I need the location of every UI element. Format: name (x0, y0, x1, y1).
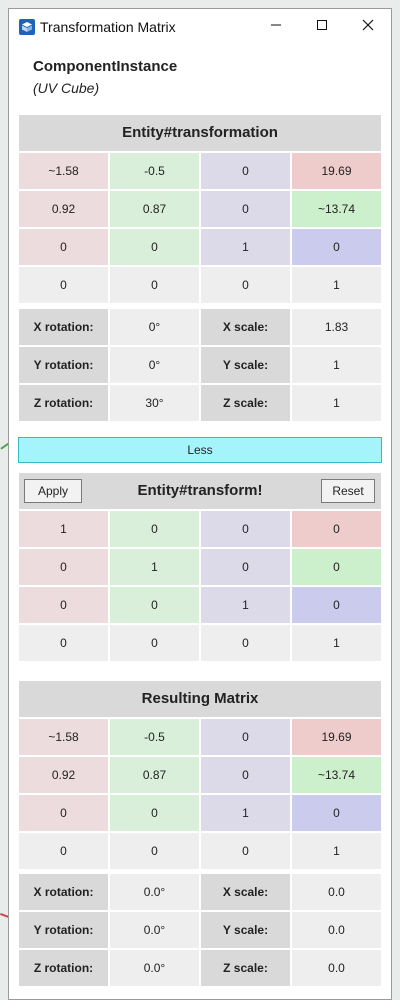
matrix-cell: 0 (19, 229, 108, 265)
matrix-cell: 0 (19, 795, 108, 831)
y-scale-value: 0.0 (292, 912, 381, 948)
y-rotation-label: Y rotation: (19, 912, 108, 948)
matrix-cell: 0 (19, 267, 108, 303)
component-subtitle: (UV Cube) (33, 80, 100, 96)
close-icon (362, 19, 374, 31)
minimize-button[interactable] (259, 15, 293, 39)
x-rotation-value: 0° (110, 309, 199, 345)
z-scale-label: Z scale: (201, 950, 290, 986)
z-scale-value: 1 (292, 385, 381, 421)
y-rotation-label: Y rotation: (19, 347, 108, 383)
transformation-matrix: ~1.58 -0.5 0 19.69 0.92 0.87 0 ~13.74 0 … (19, 153, 381, 303)
close-button[interactable] (351, 15, 385, 39)
matrix-cell: 1 (292, 833, 381, 869)
matrix-cell: 0 (110, 267, 199, 303)
y-rotation-value: 0.0° (110, 912, 199, 948)
matrix-input-cell[interactable]: 1 (110, 549, 199, 585)
matrix-input-cell[interactable]: 0 (292, 587, 381, 623)
less-button[interactable]: Less (18, 437, 382, 463)
matrix-cell: ~1.58 (19, 719, 108, 755)
matrix-cell: 0 (201, 833, 290, 869)
matrix-cell: 0 (110, 795, 199, 831)
z-scale-label: Z scale: (201, 385, 290, 421)
result-properties: X rotation: 0.0° X scale: 0.0 Y rotation… (19, 874, 381, 986)
matrix-cell: 0.87 (110, 191, 199, 227)
matrix-cell: 0 (201, 267, 290, 303)
matrix-cell: 0 (201, 719, 290, 755)
matrix-input-cell[interactable]: 1 (19, 511, 108, 547)
matrix-input-cell[interactable]: 0 (110, 511, 199, 547)
matrix-cell: 0 (110, 833, 199, 869)
result-header: Resulting Matrix (19, 681, 381, 717)
z-scale-value: 0.0 (292, 950, 381, 986)
matrix-cell: 0 (201, 153, 290, 189)
matrix-input-cell[interactable]: 0 (201, 625, 290, 661)
x-rotation-label: X rotation: (19, 874, 108, 910)
z-rotation-value: 0.0° (110, 950, 199, 986)
matrix-input-cell[interactable]: 0 (19, 625, 108, 661)
matrix-cell: 0 (201, 191, 290, 227)
transformation-properties: X rotation: 0° X scale: 1.83 Y rotation:… (19, 309, 381, 421)
y-scale-label: Y scale: (201, 347, 290, 383)
matrix-cell: 1 (201, 229, 290, 265)
reset-button[interactable]: Reset (321, 479, 375, 503)
x-scale-value: 1.83 (292, 309, 381, 345)
matrix-input-cell[interactable]: 0 (201, 511, 290, 547)
matrix-input-cell[interactable]: 0 (110, 587, 199, 623)
matrix-cell: ~13.74 (292, 757, 381, 793)
component-name: ComponentInstance (33, 58, 178, 75)
matrix-cell: ~13.74 (292, 191, 381, 227)
maximize-icon (317, 20, 327, 30)
matrix-cell: 19.69 (292, 153, 381, 189)
apply-button[interactable]: Apply (24, 479, 82, 503)
matrix-cell: -0.5 (110, 153, 199, 189)
matrix-cell: 0 (19, 833, 108, 869)
title-bar: Transformation Matrix (9, 9, 391, 45)
y-scale-label: Y scale: (201, 912, 290, 948)
matrix-input-cell[interactable]: 1 (292, 625, 381, 661)
x-scale-label: X scale: (201, 309, 290, 345)
matrix-input-cell[interactable]: 0 (19, 549, 108, 585)
matrix-cell: 1 (201, 795, 290, 831)
matrix-cell: 19.69 (292, 719, 381, 755)
window-title: Transformation Matrix (40, 19, 176, 35)
matrix-cell: 0 (110, 229, 199, 265)
x-rotation-value: 0.0° (110, 874, 199, 910)
matrix-cell: 0 (292, 229, 381, 265)
app-cube-icon (19, 19, 35, 35)
x-scale-label: X scale: (201, 874, 290, 910)
transform-matrix: 1 0 0 0 0 1 0 0 0 0 1 0 0 0 0 1 (19, 511, 381, 661)
matrix-input-cell[interactable]: 0 (19, 587, 108, 623)
z-rotation-value: 30° (110, 385, 199, 421)
matrix-input-cell[interactable]: 0 (110, 625, 199, 661)
matrix-input-cell[interactable]: 0 (201, 549, 290, 585)
y-scale-value: 1 (292, 347, 381, 383)
result-matrix: ~1.58 -0.5 0 19.69 0.92 0.87 0 ~13.74 0 … (19, 719, 381, 869)
transformation-matrix-window: Transformation Matrix ComponentInstance … (8, 8, 392, 1000)
x-rotation-label: X rotation: (19, 309, 108, 345)
z-rotation-label: Z rotation: (19, 385, 108, 421)
x-scale-value: 0.0 (292, 874, 381, 910)
matrix-cell: 0.92 (19, 191, 108, 227)
z-rotation-label: Z rotation: (19, 950, 108, 986)
transformation-header: Entity#transformation (19, 115, 381, 151)
matrix-input-cell[interactable]: 0 (292, 549, 381, 585)
matrix-input-cell[interactable]: 1 (201, 587, 290, 623)
matrix-cell: 0.92 (19, 757, 108, 793)
maximize-button[interactable] (305, 15, 339, 39)
matrix-input-cell[interactable]: 0 (292, 511, 381, 547)
matrix-cell: 0.87 (110, 757, 199, 793)
matrix-cell: 0 (292, 795, 381, 831)
matrix-cell: ~1.58 (19, 153, 108, 189)
minimize-icon (271, 24, 281, 26)
y-rotation-value: 0° (110, 347, 199, 383)
matrix-cell: 1 (292, 267, 381, 303)
matrix-cell: 0 (201, 757, 290, 793)
matrix-cell: -0.5 (110, 719, 199, 755)
